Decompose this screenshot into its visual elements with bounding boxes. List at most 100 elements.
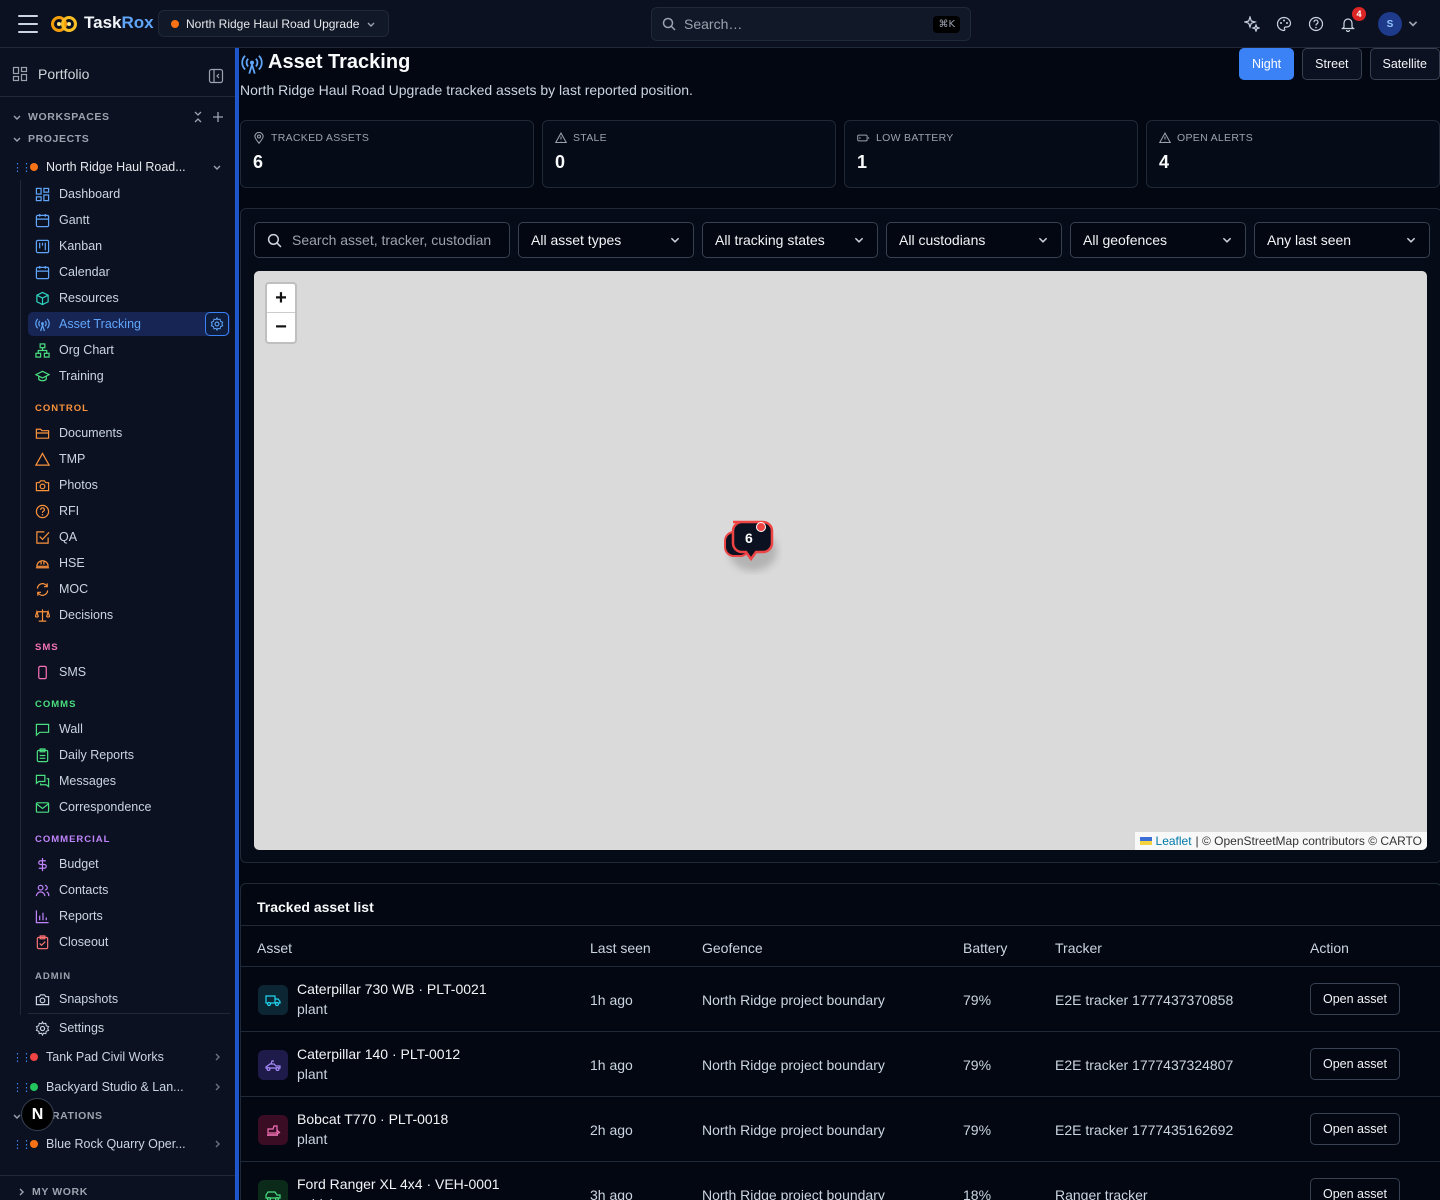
- sidebar-item-moc[interactable]: MOC: [28, 577, 230, 601]
- sidebar-item-budget[interactable]: Budget: [28, 852, 230, 876]
- sidebar-item-asset-tracking[interactable]: Asset Tracking: [28, 312, 230, 336]
- chevron-down-icon: [13, 137, 21, 142]
- sidebar-item-correspondence[interactable]: Correspondence: [28, 795, 230, 819]
- project-row-tank-pad[interactable]: ⋮⋮ Tank Pad Civil Works: [12, 1050, 222, 1064]
- asset-name[interactable]: Caterpillar 730 WB · PLT-0021: [297, 981, 487, 997]
- filter-last-seen[interactable]: Any last seen: [1254, 222, 1430, 258]
- drag-handle-icon[interactable]: ⋮⋮: [12, 1051, 32, 1064]
- user-avatar[interactable]: S: [1378, 12, 1402, 36]
- sidebar-item-gantt[interactable]: Gantt: [28, 208, 230, 232]
- layer-night-button[interactable]: Night: [1238, 48, 1295, 80]
- sidebar-item-snapshots[interactable]: Snapshots: [28, 987, 230, 1011]
- sidebar-collapse-icon[interactable]: [208, 68, 224, 84]
- column-header-tracker[interactable]: Tracker: [1055, 940, 1102, 956]
- project-row-backyard-studio[interactable]: ⋮⋮ Backyard Studio & Lan...: [12, 1080, 222, 1094]
- drag-handle-icon[interactable]: ⋮⋮: [12, 1081, 32, 1094]
- asset-search-input[interactable]: Search asset, tracker, custodian: [254, 222, 510, 258]
- palette-icon[interactable]: [1273, 13, 1295, 35]
- sidebar-item-dashboard[interactable]: Dashboard: [28, 182, 230, 206]
- bell-icon[interactable]: 4: [1337, 7, 1366, 35]
- open-asset-button[interactable]: Open asset: [1310, 1113, 1400, 1145]
- sidebar-item-rfi[interactable]: RFI: [28, 499, 230, 523]
- filter-value: Any last seen: [1267, 232, 1352, 248]
- stat-card-stale: STALE 0: [542, 120, 836, 188]
- global-search-input[interactable]: Search… ⌘K: [651, 7, 971, 41]
- column-header-geofence[interactable]: Geofence: [702, 940, 763, 956]
- zoom-out-button[interactable]: −: [267, 313, 295, 342]
- sparkles-icon[interactable]: [1241, 13, 1263, 35]
- sidebar-item-documents[interactable]: Documents: [28, 421, 230, 445]
- filter-geofences[interactable]: All geofences: [1070, 222, 1246, 258]
- chevron-down-icon: [1222, 237, 1232, 243]
- chevron-right-icon[interactable]: [212, 1052, 222, 1062]
- workspaces-header[interactable]: WORKSPACES: [12, 111, 110, 123]
- table-row[interactable]: Bobcat T770 · PLT-0018 plant 2h ago Nort…: [241, 1096, 1440, 1161]
- layer-satellite-button[interactable]: Satellite: [1369, 48, 1440, 80]
- table-row[interactable]: Ford Ranger XL 4x4 · VEH-0001 vehicle 3h…: [241, 1161, 1440, 1200]
- filter-custodians[interactable]: All custodians: [886, 222, 1062, 258]
- project-row-blue-rock[interactable]: ⋮⋮ Blue Rock Quarry Oper...: [12, 1137, 222, 1151]
- sidebar-item-contacts[interactable]: Contacts: [28, 878, 230, 902]
- asset-tracking-settings-button[interactable]: [205, 312, 229, 336]
- filter-asset-types[interactable]: All asset types: [518, 222, 694, 258]
- sidebar-item-wall[interactable]: Wall: [28, 717, 230, 741]
- portfolio-link[interactable]: Portfolio: [12, 66, 89, 82]
- zoom-in-button[interactable]: +: [267, 284, 295, 313]
- project-switcher[interactable]: North Ridge Haul Road Upgrade: [158, 10, 390, 37]
- chevron-down-icon[interactable]: [212, 162, 222, 172]
- page-subtitle: North Ridge Haul Road Upgrade tracked as…: [240, 82, 693, 98]
- open-asset-button[interactable]: Open asset: [1310, 1048, 1400, 1080]
- sidebar-item-resources[interactable]: Resources: [28, 286, 230, 310]
- asset-name[interactable]: Bobcat T770 · PLT-0018: [297, 1111, 448, 1127]
- asset-map[interactable]: + − 6 Leaflet | © OpenStreetMap contribu…: [254, 271, 1427, 850]
- asset-name[interactable]: Caterpillar 140 · PLT-0012: [297, 1046, 460, 1062]
- open-asset-button[interactable]: Open asset: [1310, 1178, 1400, 1200]
- asset-cluster-marker[interactable]: 6: [723, 517, 783, 580]
- drag-handle-icon[interactable]: ⋮⋮: [12, 1138, 32, 1151]
- active-project-row[interactable]: ⋮⋮ North Ridge Haul Road...: [12, 160, 222, 174]
- folder-icon: [35, 428, 50, 439]
- sidebar-item-daily-reports[interactable]: Daily Reports: [28, 743, 230, 767]
- help-circle-icon[interactable]: [1305, 13, 1327, 35]
- table-row[interactable]: Caterpillar 730 WB · PLT-0021 plant 1h a…: [241, 966, 1440, 1031]
- sidebar-item-closeout[interactable]: Closeout: [28, 930, 230, 954]
- column-header-battery[interactable]: Battery: [963, 940, 1007, 956]
- column-header-asset[interactable]: Asset: [257, 940, 292, 956]
- chevron-right-icon[interactable]: [212, 1139, 222, 1149]
- top-bar: TaskRox North Ridge Haul Road Upgrade Se…: [0, 0, 1440, 48]
- drag-handle-icon[interactable]: ⋮⋮: [12, 161, 32, 174]
- sidebar-item-photos[interactable]: Photos: [28, 473, 230, 497]
- filter-tracking-states[interactable]: All tracking states: [702, 222, 878, 258]
- sidebar-item-sms[interactable]: SMS: [28, 660, 230, 684]
- tracker-cell: E2E tracker 1777435162692: [1055, 1122, 1234, 1138]
- layer-street-button[interactable]: Street: [1302, 48, 1362, 80]
- column-header-last-seen[interactable]: Last seen: [590, 940, 651, 956]
- dev-tools-badge[interactable]: N: [21, 1098, 54, 1131]
- sidebar-item-tmp[interactable]: TMP: [28, 447, 230, 471]
- sidebar-item-calendar[interactable]: Calendar: [28, 260, 230, 284]
- sidebar-item-training[interactable]: Training: [28, 364, 230, 388]
- sidebar-item-org-chart[interactable]: Org Chart: [28, 338, 230, 362]
- leaflet-link[interactable]: Leaflet: [1156, 834, 1192, 848]
- collapse-all-icon[interactable]: [192, 111, 204, 123]
- sidebar-item-kanban[interactable]: Kanban: [28, 234, 230, 258]
- menu-icon[interactable]: [18, 15, 38, 33]
- chevron-down-icon[interactable]: [1407, 17, 1419, 29]
- projects-header[interactable]: PROJECTS: [12, 133, 89, 145]
- stat-value: 6: [253, 152, 264, 172]
- table-row[interactable]: Caterpillar 140 · PLT-0012 plant 1h ago …: [241, 1031, 1440, 1096]
- brand-name[interactable]: TaskRox: [84, 13, 154, 33]
- sidebar-item-reports[interactable]: Reports: [28, 904, 230, 928]
- add-workspace-icon[interactable]: [212, 111, 224, 123]
- sidebar-item-messages[interactable]: Messages: [28, 769, 230, 793]
- message-square-icon: [35, 723, 50, 736]
- open-asset-button[interactable]: Open asset: [1310, 983, 1400, 1015]
- sidebar-item-decisions[interactable]: Decisions: [28, 603, 230, 627]
- sidebar-item-hse[interactable]: HSE: [28, 551, 230, 575]
- sidebar-item-settings[interactable]: Settings: [28, 1016, 230, 1040]
- gear-icon: [35, 1020, 50, 1036]
- asset-name[interactable]: Ford Ranger XL 4x4 · VEH-0001: [297, 1176, 500, 1192]
- chevron-right-icon[interactable]: [212, 1082, 222, 1092]
- my-work-header[interactable]: MY WORK: [16, 1186, 88, 1198]
- sidebar-item-qa[interactable]: QA: [28, 525, 230, 549]
